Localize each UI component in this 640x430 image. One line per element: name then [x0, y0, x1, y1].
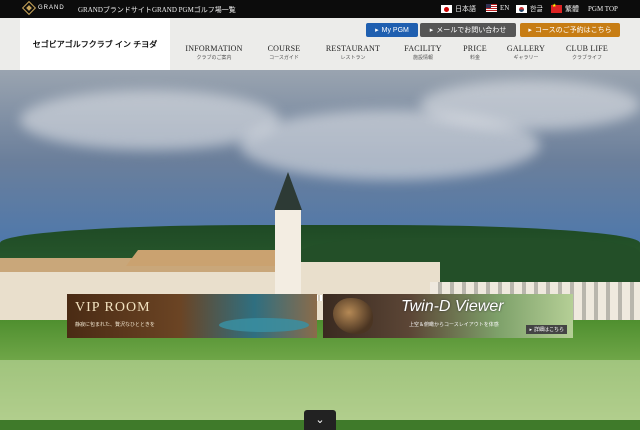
- nav-information-ja: クラブのご案内: [196, 55, 232, 61]
- nav-gallery-ja: ギャラリー: [513, 55, 539, 61]
- main-nav: INFORMATION クラブのご案内 COURSE コースガイド RESTAU…: [170, 44, 630, 68]
- cn-flag-icon: [551, 3, 562, 13]
- grand-logo[interactable]: GRAND: [21, 0, 65, 16]
- pgm-top-link[interactable]: PGM TOP: [588, 5, 618, 13]
- reserve-course-label: コースのご予約はこちら: [534, 27, 612, 34]
- nav-club-life[interactable]: CLUB LIFE クラブライフ: [564, 44, 610, 61]
- lang-japanese[interactable]: 日本語: [441, 4, 476, 14]
- nav-facility-ja: 施設情報: [412, 55, 433, 61]
- hero-cloud: [420, 80, 640, 130]
- nav-information[interactable]: INFORMATION クラブのご案内: [184, 44, 244, 61]
- contact-email-label: メールでお問い合わせ: [436, 27, 507, 34]
- twin-d-detail-label: 詳細はこちら: [533, 327, 564, 333]
- nav-club-life-en: CLUB LIFE: [565, 44, 609, 53]
- nav-gallery[interactable]: GALLERY ギャラリー: [505, 44, 547, 61]
- grand-brand-site-link[interactable]: GRANDブランドサイト: [78, 5, 152, 15]
- clubhouse-tower: [275, 210, 301, 305]
- nav-restaurant-ja: レストラン: [340, 55, 366, 61]
- nav-club-life-ja: クラブライフ: [571, 55, 602, 61]
- nav-gallery-en: GALLERY: [506, 44, 546, 53]
- nav-facility-en: FACILITY: [404, 44, 442, 53]
- hawk-image: [333, 298, 373, 334]
- twin-d-viewer-subtitle: 上空＆俯瞰からコースレイアウトを体感: [409, 322, 499, 328]
- club-logo[interactable]: セゴビアゴルフクラブ イン チヨダ: [20, 18, 170, 70]
- lang-japanese-label: 日本語: [455, 5, 476, 13]
- nav-price-ja: 料金: [469, 55, 480, 61]
- top-bar: GRAND GRANDブランドサイト GRAND PGMゴルフ場一覧 日本語 E…: [0, 0, 640, 18]
- vip-room-subtitle: 静寂に包まれた、贅沢なひとときを: [75, 322, 155, 328]
- nav-price[interactable]: PRICE 料金: [460, 44, 490, 61]
- twin-d-viewer-title: Twin-D Viewer: [401, 298, 504, 315]
- nav-course[interactable]: COURSE コースガイド: [262, 44, 306, 61]
- twin-d-detail-arrow-icon: ▸: [529, 326, 532, 333]
- hero-image: [0, 70, 640, 430]
- lang-chinese-label: 繁體: [565, 5, 579, 13]
- nav-price-en: PRICE: [463, 44, 487, 53]
- twin-d-detail-button[interactable]: ▸ 詳細はこちら: [526, 325, 567, 334]
- grand-diamond-icon: [21, 0, 37, 16]
- mypgm-label: My PGM: [381, 26, 409, 34]
- us-flag-icon: [486, 4, 497, 12]
- jp-flag-icon: [441, 5, 452, 13]
- lang-english-label: EN: [500, 4, 510, 12]
- lang-korean[interactable]: 한글: [516, 4, 543, 14]
- nav-restaurant[interactable]: RESTAURANT レストラン: [325, 44, 381, 61]
- reserve-arrow-icon: ▸: [528, 27, 532, 34]
- nav-course-ja: コースガイド: [269, 55, 299, 61]
- grand-brand-text: GRAND: [38, 5, 65, 11]
- chevron-down-icon: ⌄: [315, 414, 325, 426]
- contact-email-button[interactable]: ▸ メールでお問い合わせ: [420, 23, 516, 37]
- scroll-down-button[interactable]: ⌄: [304, 410, 336, 430]
- site-header: セゴビアゴルフクラブ イン チヨダ ▸ My PGM ▸ メールでお問い合わせ …: [0, 18, 640, 70]
- nav-course-en: COURSE: [267, 44, 301, 53]
- vip-bath-image: [219, 318, 309, 332]
- grand-pgm-course-list-link[interactable]: GRAND PGMゴルフ場一覧: [152, 5, 236, 15]
- kr-flag-icon: [516, 5, 527, 13]
- mypgm-button[interactable]: ▸ My PGM: [366, 23, 418, 37]
- mypgm-arrow-icon: ▸: [375, 27, 379, 34]
- lang-chinese[interactable]: 繁體: [551, 3, 579, 14]
- nav-facility[interactable]: FACILITY 施設情報: [402, 44, 444, 61]
- nav-information-en: INFORMATION: [185, 44, 243, 53]
- twin-d-viewer-banner[interactable]: Twin-D Viewer 上空＆俯瞰からコースレイアウトを体感 ▸ 詳細はこち…: [323, 294, 573, 338]
- reserve-course-button[interactable]: ▸ コースのご予約はこちら: [520, 23, 620, 37]
- lang-english[interactable]: EN: [486, 4, 509, 12]
- vip-room-title: VIP ROOM: [75, 300, 151, 315]
- contact-arrow-icon: ▸: [429, 27, 434, 34]
- lang-korean-label: 한글: [530, 5, 543, 13]
- vip-room-banner[interactable]: VIP ROOM 静寂に包まれた、贅沢なひとときを: [67, 294, 317, 338]
- nav-restaurant-en: RESTAURANT: [325, 44, 381, 53]
